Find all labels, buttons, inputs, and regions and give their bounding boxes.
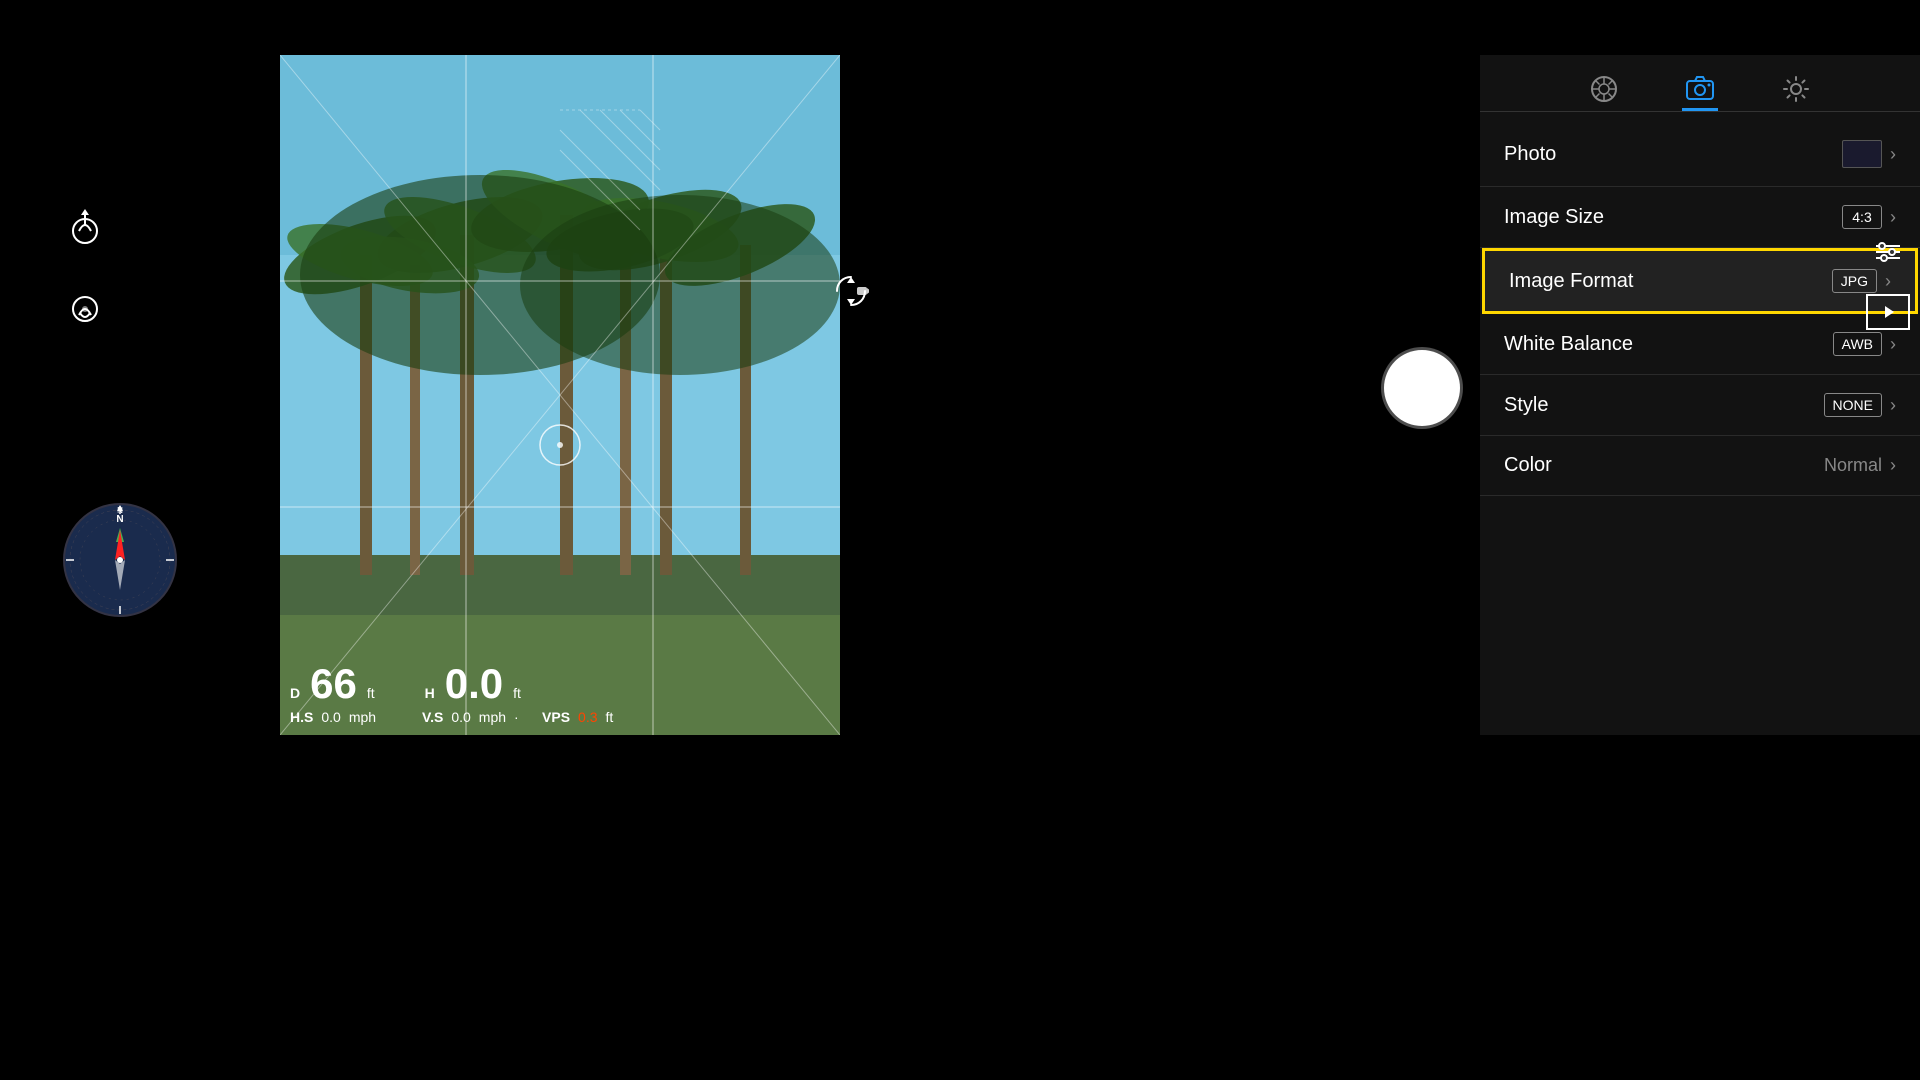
- chevron-icon-color: ›: [1890, 455, 1896, 476]
- tab-video[interactable]: [1586, 75, 1622, 111]
- setting-label-style: Style: [1504, 394, 1548, 417]
- setting-value-style: NONE: [1824, 393, 1882, 417]
- chevron-icon-style: ›: [1890, 395, 1896, 416]
- setting-label-color: Color: [1504, 454, 1552, 477]
- setting-right-white-balance: AWB ›: [1833, 332, 1896, 356]
- setting-label-photo: Photo: [1504, 143, 1556, 166]
- vps-value: 0.3: [578, 709, 597, 725]
- return-home-icon[interactable]: [60, 280, 110, 330]
- photo-preview: [1842, 140, 1882, 168]
- tab-bar: [1480, 55, 1920, 112]
- svg-text:N: N: [116, 514, 123, 525]
- right-action-bar: [1866, 230, 1910, 330]
- vs-value: 0.0: [451, 709, 470, 725]
- tab-settings[interactable]: [1778, 75, 1814, 111]
- vs-label: V.S: [422, 709, 443, 725]
- setting-right-photo: ›: [1842, 140, 1896, 168]
- settings-list: Photo › Image Size 4:3 › Image Format JP…: [1480, 112, 1920, 506]
- playback-button[interactable]: [1866, 294, 1910, 330]
- setting-label-image-format: Image Format: [1509, 270, 1633, 293]
- setting-row-style[interactable]: Style NONE ›: [1480, 375, 1920, 436]
- setting-value-color: Normal: [1824, 455, 1882, 476]
- setting-label-white-balance: White Balance: [1504, 333, 1633, 356]
- height-label: H: [425, 685, 435, 701]
- hs-label: H.S: [290, 709, 313, 725]
- setting-value-white-balance: AWB: [1833, 332, 1882, 356]
- chevron-icon-image-size: ›: [1890, 207, 1896, 228]
- height-value: 0.0: [445, 663, 503, 705]
- vps-unit: ft: [606, 709, 614, 725]
- setting-row-photo[interactable]: Photo ›: [1480, 122, 1920, 187]
- compass: N N: [60, 500, 180, 620]
- height-unit: ft: [513, 685, 521, 701]
- setting-right-color: Normal ›: [1824, 455, 1896, 476]
- distance-unit: ft: [367, 685, 375, 701]
- distance-label: D: [290, 685, 300, 701]
- capture-button[interactable]: [1384, 350, 1460, 426]
- setting-value-image-size: 4:3: [1842, 205, 1882, 229]
- chevron-icon-photo: ›: [1890, 144, 1896, 165]
- right-panel: Photo › Image Size 4:3 › Image Format JP…: [1480, 55, 1920, 735]
- camera-viewport: D 66 ft H 0.0 ft H.S 0.0 mph V.S 0.0 mph…: [280, 55, 840, 735]
- left-sidebar: [60, 200, 110, 330]
- setting-row-image-format[interactable]: Image Format JPG ›: [1482, 248, 1918, 314]
- vps-label: VPS: [542, 709, 570, 725]
- setting-right-style: NONE ›: [1824, 393, 1896, 417]
- distance-value: 66: [310, 663, 357, 705]
- setting-row-color[interactable]: Color Normal ›: [1480, 436, 1920, 496]
- setting-label-image-size: Image Size: [1504, 206, 1604, 229]
- chevron-icon-white-balance: ›: [1890, 334, 1896, 355]
- hs-value: 0.0: [321, 709, 340, 725]
- upload-icon[interactable]: [60, 200, 110, 250]
- hs-unit: mph: [349, 709, 376, 725]
- hud-overlay: D 66 ft H 0.0 ft H.S 0.0 mph V.S 0.0 mph…: [290, 663, 830, 725]
- setting-row-white-balance[interactable]: White Balance AWB ›: [1480, 314, 1920, 375]
- setting-row-image-size[interactable]: Image Size 4:3 ›: [1480, 187, 1920, 248]
- filter-icon[interactable]: [1866, 230, 1910, 274]
- vs-unit: mph: [479, 709, 506, 725]
- camera-switch-icon[interactable]: [830, 270, 872, 312]
- setting-right-image-size: 4:3 ›: [1842, 205, 1896, 229]
- tab-photo[interactable]: [1682, 75, 1718, 111]
